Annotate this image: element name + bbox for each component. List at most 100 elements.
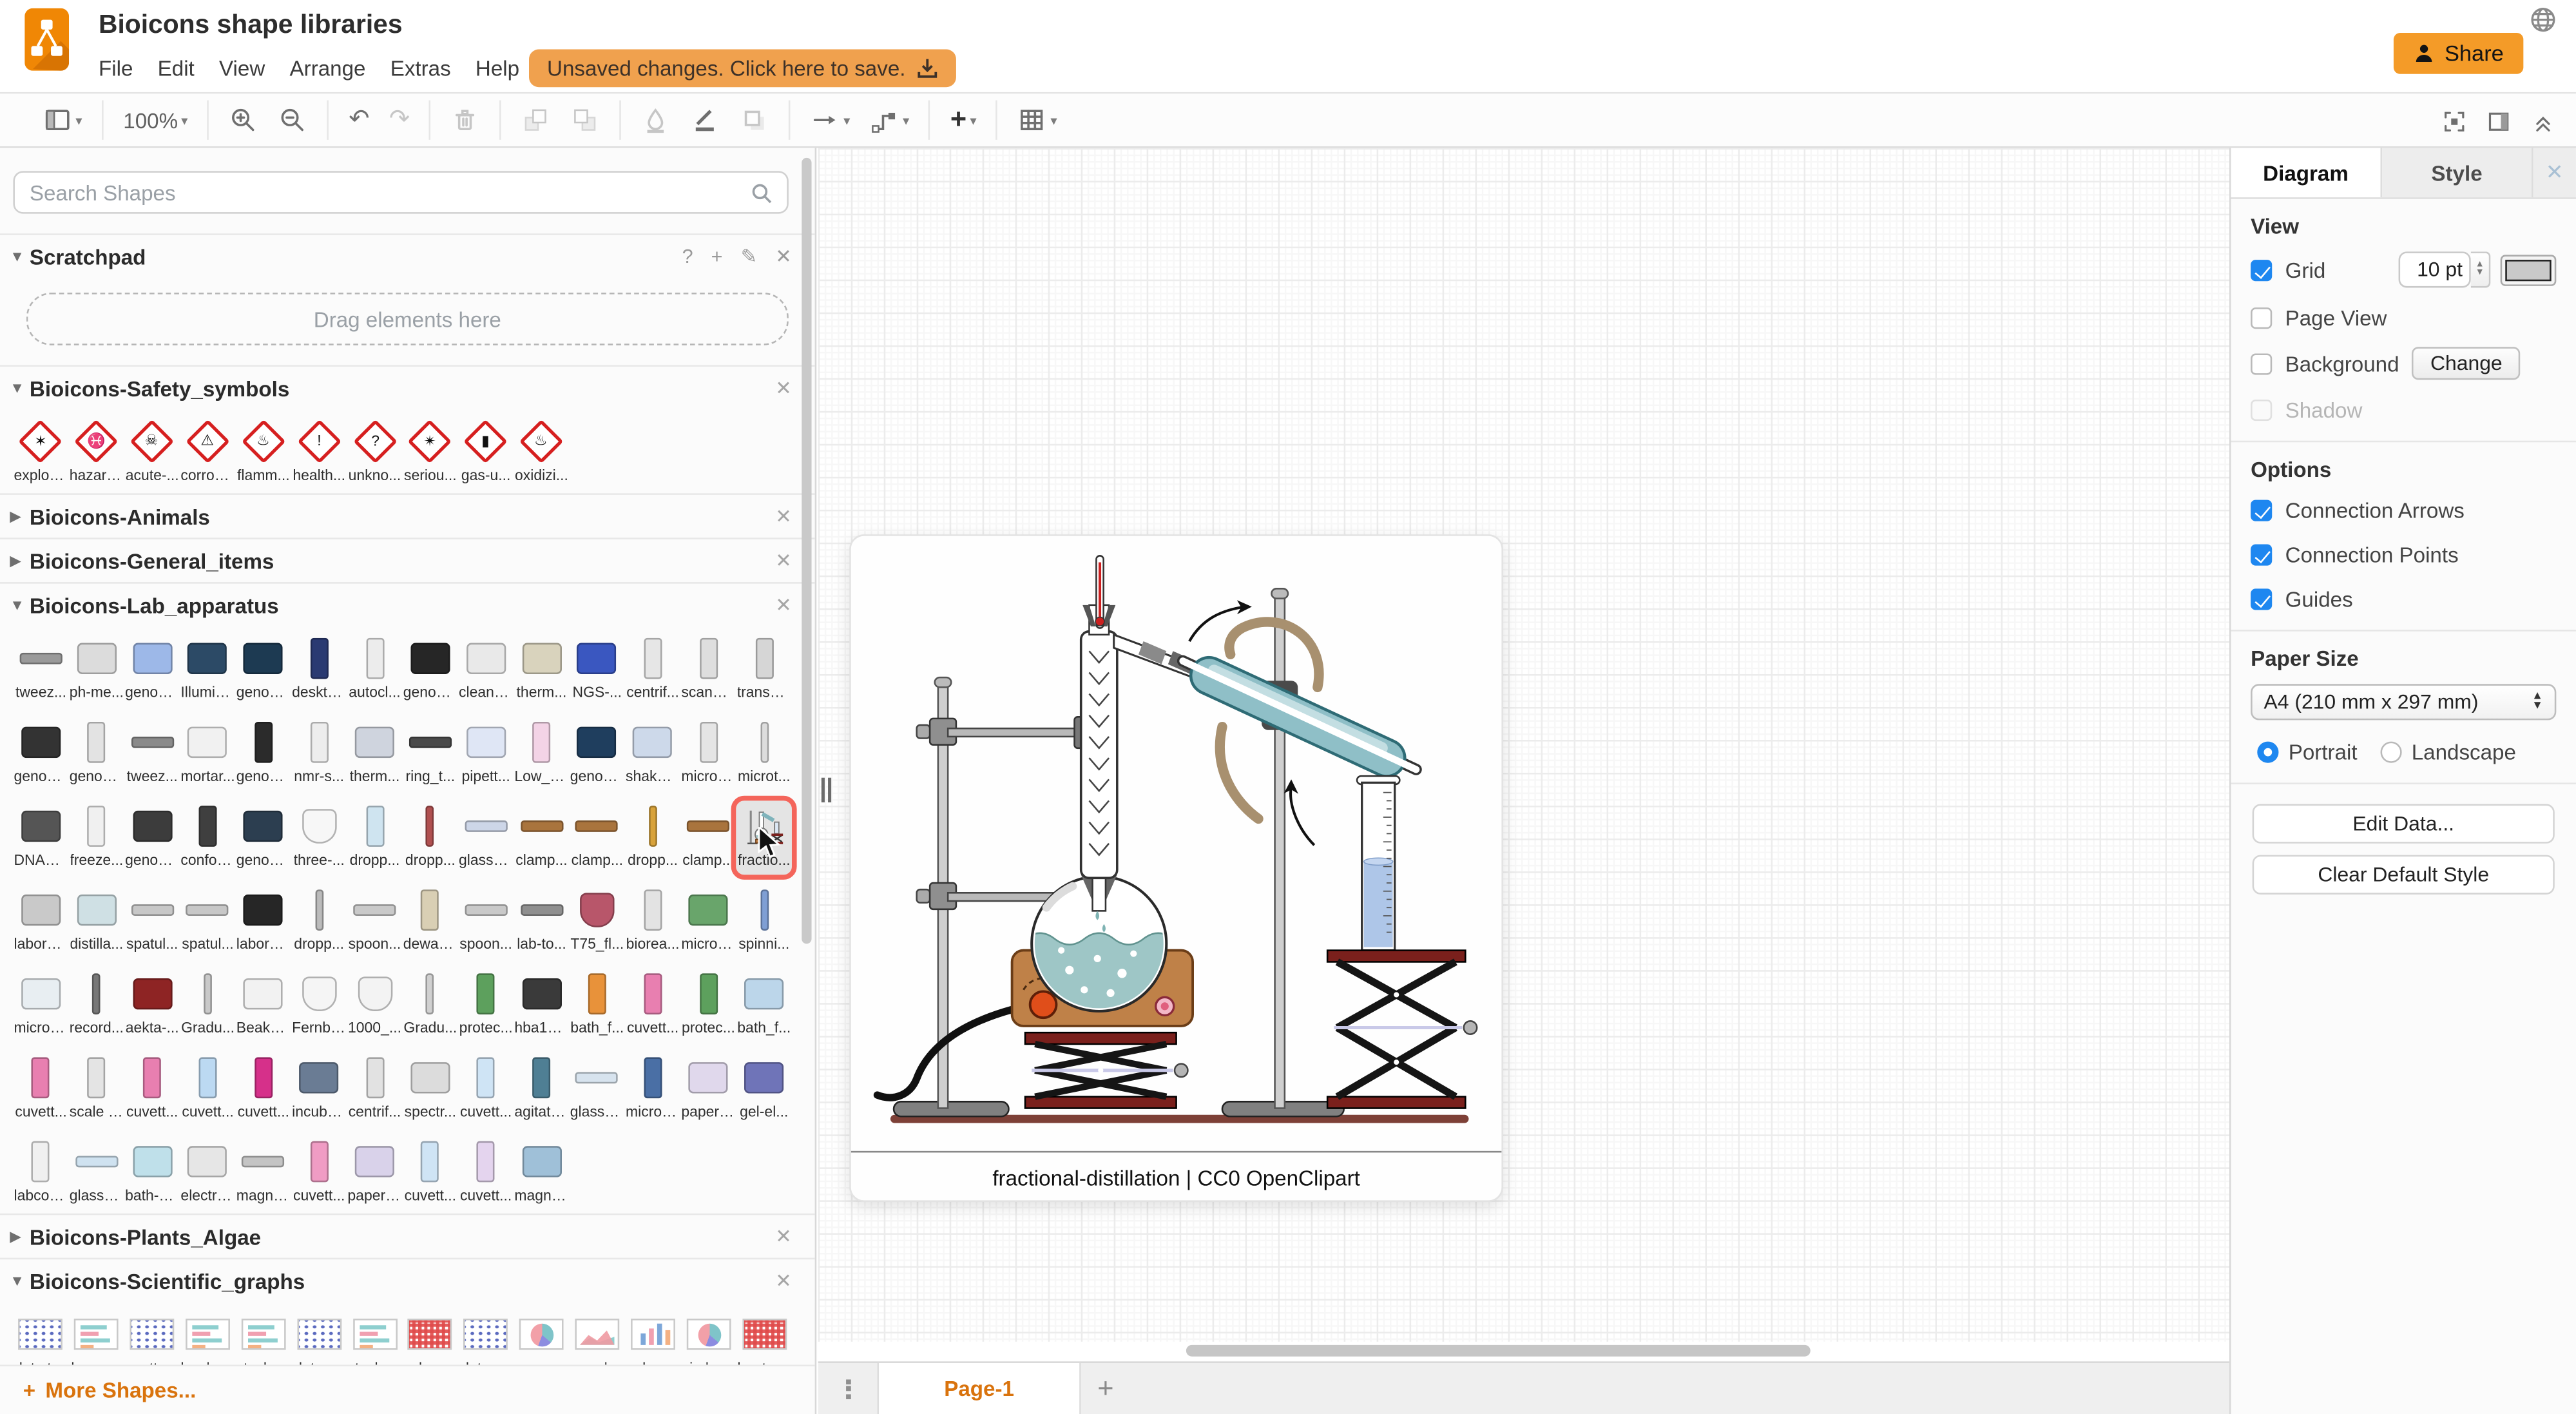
shape-therm...[interactable]: therm... (514, 633, 569, 707)
shape-transm...[interactable]: transm... (736, 633, 792, 707)
shape-fractio...[interactable]: fractio... (731, 795, 797, 880)
shape-corrosi...[interactable]: ⚠ corrosi... (180, 416, 235, 490)
paper-size-select[interactable]: A4 (210 mm x 297 mm) ▲ ▼ (2251, 684, 2557, 721)
shape-laborat...[interactable]: laborat... (236, 885, 291, 959)
shape-hba1ca...[interactable]: hba1ca... (514, 969, 569, 1043)
close-section-icon[interactable]: ✕ (775, 1225, 792, 1248)
edit-data-button[interactable]: Edit Data... (2252, 804, 2555, 844)
shape-paper-...[interactable]: paper-... (680, 1052, 736, 1127)
shape-dropp...[interactable]: dropp... (347, 800, 402, 875)
shape-mortar...[interactable]: mortar... (180, 717, 235, 791)
shape-Fernba...[interactable]: Fernba... (291, 969, 347, 1043)
close-section-icon[interactable]: ✕ (775, 1270, 792, 1293)
section-header-bioicons-plants_algae[interactable]: ▶ Bioicons-Plants_Algae ✕ (0, 1213, 815, 1258)
redo-button[interactable]: ↷ (386, 106, 413, 133)
undo-button[interactable]: ↶ (345, 106, 372, 133)
add-page-button[interactable]: + (1081, 1363, 1130, 1414)
view-toggle-button[interactable]: ▾ (39, 105, 85, 135)
shape-gel-el...[interactable]: gel-el... (736, 1052, 792, 1127)
shape-Low_s...[interactable]: Low_s... (514, 717, 569, 791)
shape-explos...[interactable]: ✶ explos... (13, 416, 68, 490)
shape-scale | ...[interactable]: scale | ... (69, 1052, 124, 1127)
sidebar-resize-handle[interactable] (821, 777, 834, 802)
search-input[interactable] (13, 171, 789, 214)
search-icon[interactable] (751, 182, 772, 204)
line-color-button[interactable] (687, 105, 724, 135)
shape-cuvett...[interactable]: cuvett... (236, 1052, 291, 1127)
shape-biorea...[interactable]: biorea... (625, 885, 680, 959)
shape-unkno...[interactable]: ? unkno... (347, 416, 402, 490)
tab-diagram[interactable]: Diagram (2231, 148, 2383, 198)
connection-button[interactable]: ▾ (807, 105, 853, 135)
shape-Gradu...[interactable]: Gradu... (180, 969, 235, 1043)
shape-micros...[interactable]: micros... (680, 717, 736, 791)
more-shapes-button[interactable]: + More Shapes... (0, 1364, 815, 1414)
shape-scanni...[interactable]: scanni... (680, 633, 736, 707)
collapse-button[interactable] (2526, 108, 2559, 134)
scratchpad-dropzone[interactable]: Drag elements here (26, 293, 789, 345)
scratchpad-header[interactable]: ▼ Scratchpad ? + ✎ ✕ (0, 233, 815, 278)
shape-spinni...[interactable]: spinni... (736, 885, 792, 959)
shape-flamm...[interactable]: ♨ flamm... (236, 416, 291, 490)
shape-distilla...[interactable]: distilla... (69, 885, 124, 959)
shape-micros...[interactable]: micros... (625, 1052, 680, 1127)
shape-agitato...[interactable]: agitato... (514, 1052, 569, 1127)
shape-genom...[interactable]: genom... (13, 717, 68, 791)
shape-electro...[interactable]: electro... (180, 1136, 235, 1210)
section-header-bioicons-general_items[interactable]: ▶ Bioicons-General_items ✕ (0, 538, 815, 583)
shape-record...[interactable]: record... (69, 969, 124, 1043)
shape-genom...[interactable]: genom... (236, 633, 291, 707)
language-globe-icon[interactable] (2530, 6, 2557, 33)
shape-Gradu...[interactable]: Gradu... (403, 969, 458, 1043)
shape-labcoa...[interactable]: labcoa... (13, 1136, 68, 1210)
shape-Beaker...[interactable]: Beaker... (236, 969, 291, 1043)
shape-paper-...[interactable]: paper-... (347, 1136, 402, 1210)
grid-checkbox[interactable] (2251, 258, 2273, 280)
landscape-radio[interactable] (2380, 741, 2402, 762)
shape-cuvett...[interactable]: cuvett... (458, 1136, 514, 1210)
menu-view[interactable]: View (219, 56, 265, 81)
grid-color-swatch[interactable] (2500, 254, 2557, 286)
section-header-bioicons-safety_symbols[interactable]: ▼ Bioicons-Safety_symbols ✕ (0, 365, 815, 410)
shape-health...[interactable]: ! health... (291, 416, 347, 490)
shape-genom...[interactable]: genom... (236, 800, 291, 875)
shape-dropp...[interactable]: dropp... (625, 800, 680, 875)
close-section-icon[interactable]: ✕ (775, 594, 792, 617)
shape-confoc...[interactable]: confoc... (180, 800, 235, 875)
clear-default-style-button[interactable]: Clear Default Style (2252, 855, 2555, 895)
shape-nmr-s...[interactable]: nmr-s... (291, 717, 347, 791)
shape-genom...[interactable]: genom... (403, 633, 458, 707)
shape-clamp...[interactable]: clamp... (514, 800, 569, 875)
fill-color-button[interactable] (638, 105, 674, 135)
shape-DNA_s...[interactable]: DNA_s... (13, 800, 68, 875)
shape-cleanb...[interactable]: cleanb... (458, 633, 514, 707)
shape-clamp...[interactable]: clamp... (680, 800, 736, 875)
shape-bath-e...[interactable]: bath-e... (124, 1136, 180, 1210)
shape-clamp...[interactable]: clamp... (570, 800, 625, 875)
background-checkbox[interactable] (2251, 353, 2273, 374)
shape-dropp...[interactable]: dropp... (403, 800, 458, 875)
add-icon[interactable]: + (711, 245, 723, 268)
connection-points-checkbox[interactable] (2251, 543, 2273, 565)
shape-spatul...[interactable]: spatul... (180, 885, 235, 959)
menu-arrange[interactable]: Arrange (290, 56, 366, 81)
shape-pipett...[interactable]: pipett... (458, 717, 514, 791)
page-view-checkbox[interactable] (2251, 306, 2273, 328)
shape-1000_...[interactable]: 1000_... (347, 969, 402, 1043)
shape-shaker...[interactable]: shaker... (625, 717, 680, 791)
section-header-bioicons-animals[interactable]: ▶ Bioicons-Animals ✕ (0, 493, 815, 538)
section-header-bioicons-scientific_graphs[interactable]: ▼ Bioicons-Scientific_graphs ✕ (0, 1257, 815, 1303)
shadow-button[interactable] (736, 105, 773, 135)
to-front-button[interactable] (518, 105, 554, 135)
shape-NGS-...[interactable]: NGS-... (570, 633, 625, 707)
zoom-out-button[interactable] (275, 105, 311, 135)
shape-ring_t...[interactable]: ring_t... (403, 717, 458, 791)
shape-oxidizi...[interactable]: ♨ oxidizi... (514, 416, 569, 490)
menu-edit[interactable]: Edit (158, 56, 195, 81)
waypoints-button[interactable]: ▾ (867, 105, 912, 135)
to-back-button[interactable] (568, 105, 604, 135)
shape-gas-u...[interactable]: ▮ gas-u... (458, 416, 514, 490)
unsaved-changes-button[interactable]: Unsaved changes. Click here to save. (529, 49, 957, 88)
shape-microfl...[interactable]: microfl... (13, 969, 68, 1043)
close-section-icon[interactable]: ✕ (775, 376, 792, 400)
